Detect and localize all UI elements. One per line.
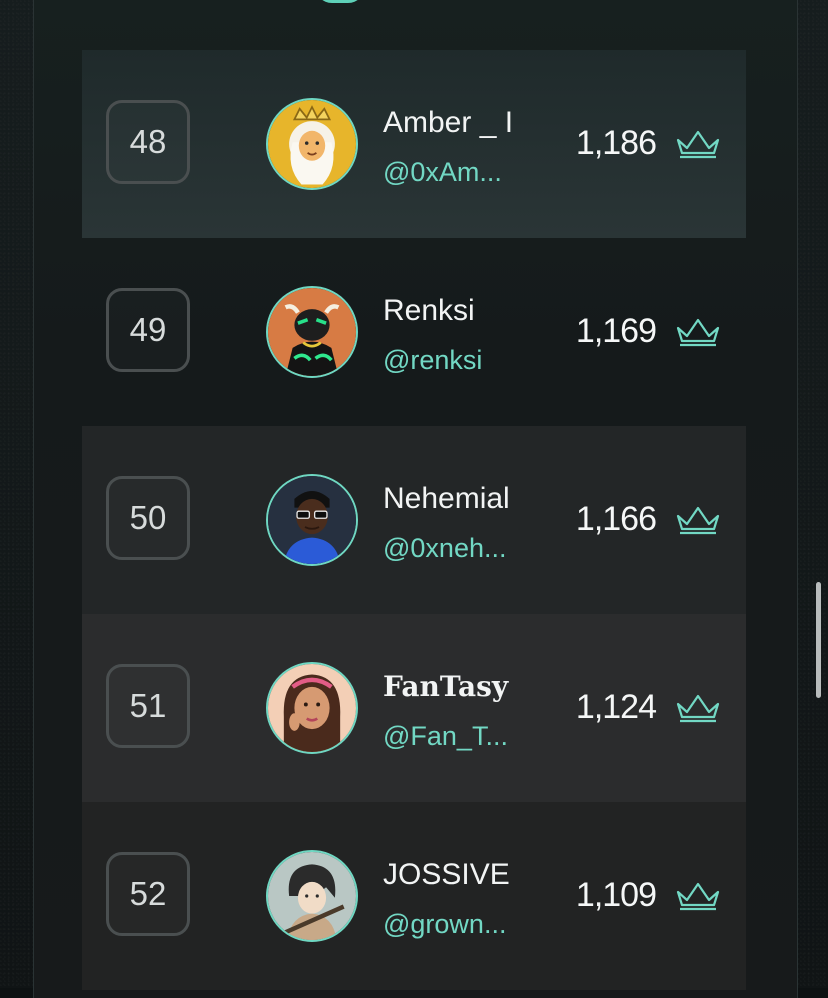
user-handle[interactable]: @0xneh... [383,533,506,564]
user-name: Amber _ I [383,106,514,139]
crown-icon [676,130,720,159]
leaderboard-row[interactable]: 48 Amber _ I @0xAm... 1,186 [82,50,746,238]
user-name: Renksi [383,294,475,327]
rank-badge: 51 [106,664,190,748]
points-value: 1,186 [575,124,657,162]
crown-icon [676,318,720,347]
rank-badge: 50 [106,476,190,560]
leaderboard-list: 48 Amber _ I @0xAm... 1,186 49 Renksi @r… [82,50,746,990]
bull-avatar[interactable] [266,286,358,378]
rank-badge: 48 [106,100,190,184]
leaderboard-row[interactable]: 49 Renksi @renksi 1,169 [82,238,746,426]
user-name: JOSSIVE [383,858,510,891]
user-name: Nehemial [383,482,510,515]
sunglasses-man-avatar[interactable] [266,474,358,566]
crown-icon [676,882,720,911]
points-value: 1,169 [575,312,657,350]
lion-king-avatar[interactable] [266,98,358,190]
user-name: FanTasy [383,670,509,703]
points-value: 1,166 [575,500,657,538]
woman-headband-avatar[interactable] [266,662,358,754]
points-value: 1,124 [575,688,657,726]
vertical-scrollbar[interactable] [816,582,821,698]
user-handle[interactable]: @grown... [383,909,506,940]
rank-badge: 52 [106,852,190,936]
crown-icon [676,506,720,535]
leaderboard-row[interactable]: 52 JOSSIVE @grown... 1,109 [82,802,746,990]
previous-avatar-edge [315,0,365,3]
user-handle[interactable]: @renksi [383,345,482,376]
points-value: 1,109 [575,876,657,914]
rank-badge: 49 [106,288,190,372]
anime-warrior-avatar[interactable] [266,850,358,942]
user-handle[interactable]: @Fan_T... [383,721,508,752]
leaderboard-row[interactable]: 50 Nehemial @0xneh... 1,166 [82,426,746,614]
user-handle[interactable]: @0xAm... [383,157,502,188]
crown-icon [676,694,720,723]
leaderboard-row[interactable]: 51 FanTasy @Fan_T... 1,124 [82,614,746,802]
